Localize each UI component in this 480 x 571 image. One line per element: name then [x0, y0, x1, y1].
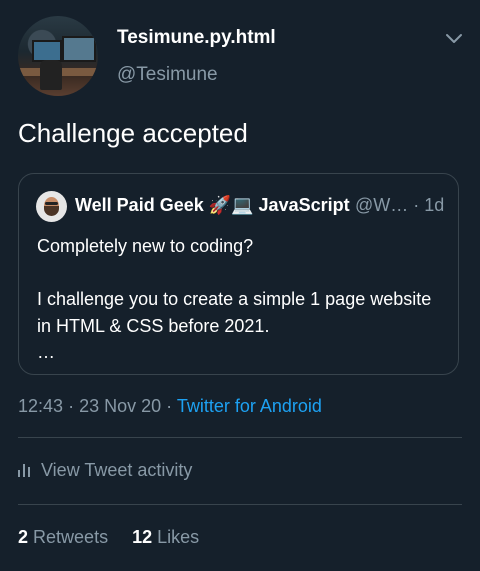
avatar-beard — [44, 206, 59, 216]
meta-separator: · — [68, 396, 75, 416]
quoted-time-ago: 1d — [424, 195, 445, 215]
quoted-author-handle: @W… — [355, 195, 409, 215]
quoted-tweet-body: Completely new to coding? I challenge yo… — [37, 236, 432, 362]
quoted-author-name: Well Paid Geek 🚀💻 JavaScript — [75, 195, 350, 215]
tweet-source-link[interactable]: Twitter for Android — [177, 396, 322, 416]
divider — [18, 437, 462, 438]
quoted-author-meta: @W… · 1d — [355, 195, 444, 216]
likes-count: 12 — [132, 527, 153, 547]
meta-separator: · — [413, 195, 420, 215]
retweets-count: 2 — [18, 527, 29, 547]
view-tweet-activity-label: View Tweet activity — [41, 460, 193, 480]
tweet-time: 12:43 — [18, 396, 64, 416]
avatar-person — [40, 60, 62, 90]
avatar-glasses — [45, 202, 58, 205]
author-display-name[interactable]: Tesimune.py.html — [117, 27, 276, 49]
tweet-stats: 2 Retweets 12 Likes — [18, 527, 199, 548]
avatar-monitor-left — [32, 40, 62, 62]
retweets-label: Retweets — [33, 527, 109, 547]
bar-chart-icon — [18, 463, 32, 477]
author-avatar[interactable] — [18, 16, 98, 96]
avatar-monitor-right — [62, 36, 96, 62]
meta-separator: · — [166, 396, 173, 416]
retweets-stat[interactable]: 2 Retweets — [18, 527, 108, 547]
view-tweet-activity-button[interactable]: View Tweet activity — [18, 460, 192, 481]
likes-label: Likes — [157, 527, 200, 547]
chevron-down-icon[interactable] — [444, 28, 464, 48]
divider — [18, 504, 462, 505]
likes-stat[interactable]: 12 Likes — [132, 527, 199, 547]
author-handle[interactable]: @Tesimune — [117, 64, 218, 86]
tweet-meta: 12:43 · 23 Nov 20 · Twitter for Android — [18, 396, 322, 417]
quoted-author-avatar — [36, 191, 67, 222]
tweet-text: Challenge accepted — [18, 118, 248, 148]
tweet-date: 23 Nov 20 — [79, 396, 162, 416]
